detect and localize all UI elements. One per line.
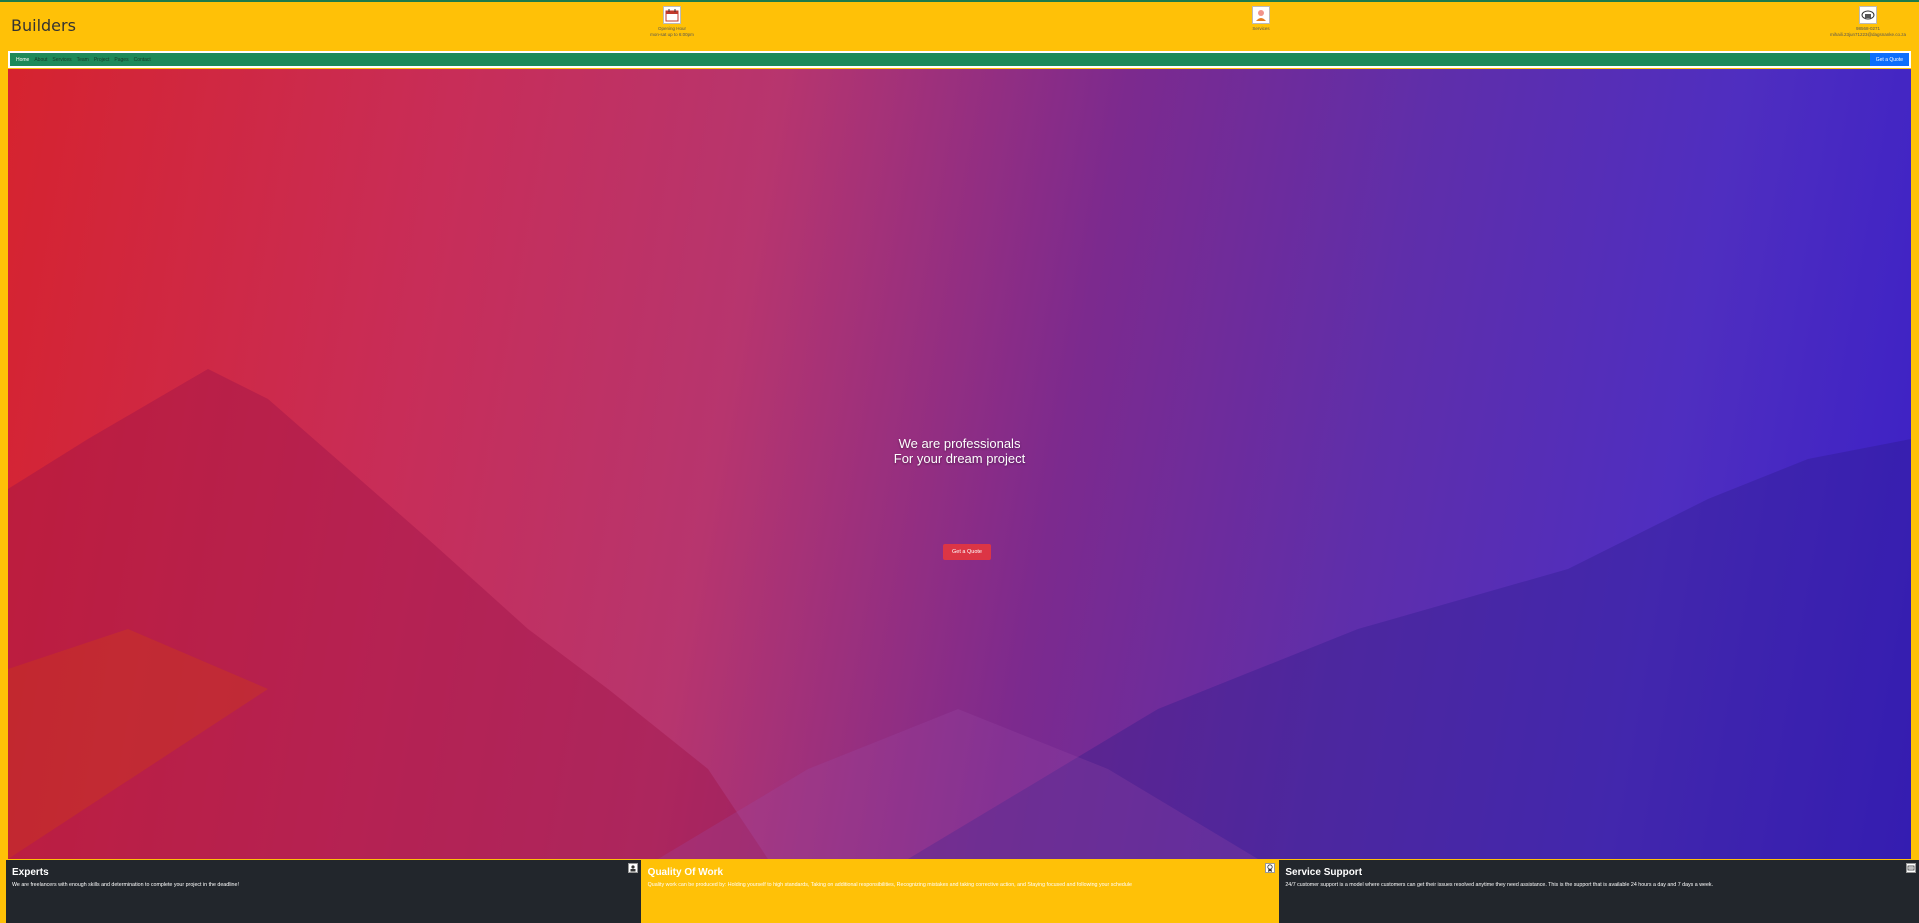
get-quote-hero-button[interactable]: Get a Quote <box>943 544 991 560</box>
nav-project[interactable]: Project <box>94 57 110 63</box>
features-row: Experts We are freelancers with enough s… <box>6 860 1919 923</box>
user-icon <box>627 863 638 873</box>
phone-icon <box>1859 6 1877 24</box>
nav-services[interactable]: Services <box>52 57 71 63</box>
hours-value: mon-sat up to 6:00pm <box>650 32 694 37</box>
calendar-icon <box>663 6 681 24</box>
feature-text: 24/7 customer support is a model where c… <box>1285 882 1714 888</box>
navbar-container: Home About Services Team Project Pages C… <box>8 51 1911 68</box>
nav-team[interactable]: Team <box>77 57 89 63</box>
feature-card-quality: Quality Of Work Quality work can be prod… <box>641 860 1279 923</box>
nav-home[interactable]: Home <box>16 57 29 63</box>
badge-icon <box>1265 863 1276 873</box>
main-navbar: Home About Services Team Project Pages C… <box>10 53 1909 66</box>
nav-contact[interactable]: Contact <box>134 57 151 63</box>
feature-card-experts: Experts We are freelancers with enough s… <box>6 860 641 923</box>
hero-banner: We are professionals For your dream proj… <box>8 69 1911 859</box>
hero-headline-line2: For your dream project <box>893 451 1026 466</box>
hero-headline-line1: We are professionals <box>898 436 1021 451</box>
feature-title: Service Support <box>1285 867 1363 878</box>
feature-title: Quality Of Work <box>647 867 724 878</box>
services-label: Services <box>1252 26 1270 31</box>
get-quote-nav-button[interactable]: Get a Quote <box>1869 53 1909 66</box>
support-icon <box>1906 863 1917 873</box>
site-header: Builders Opening Hour mon-sat up to 6:00… <box>0 2 1919 50</box>
feature-card-support: Service Support 24/7 customer support is… <box>1279 860 1919 923</box>
services-info: Services <box>1245 6 1277 32</box>
feature-title: Experts <box>12 867 49 878</box>
nav-pages-dropdown[interactable]: Pages <box>114 57 128 63</box>
feature-text: We are freelancers with enough skills an… <box>12 882 239 888</box>
contact-info: 98568-0271 mihaili.23jun71223@dagsnanke.… <box>1820 6 1916 38</box>
nav-about[interactable]: About <box>34 57 47 63</box>
opening-hours-info: Opening Hour mon-sat up to 6:00pm <box>640 6 704 38</box>
email-address: mihaili.23jun71223@dagsnanke.co.za <box>1829 32 1907 37</box>
feature-text: Quality work can be produced by: Holding… <box>647 882 1132 888</box>
left-edge <box>0 69 8 860</box>
brand-title[interactable]: Builders <box>11 16 76 35</box>
person-icon <box>1252 6 1270 24</box>
